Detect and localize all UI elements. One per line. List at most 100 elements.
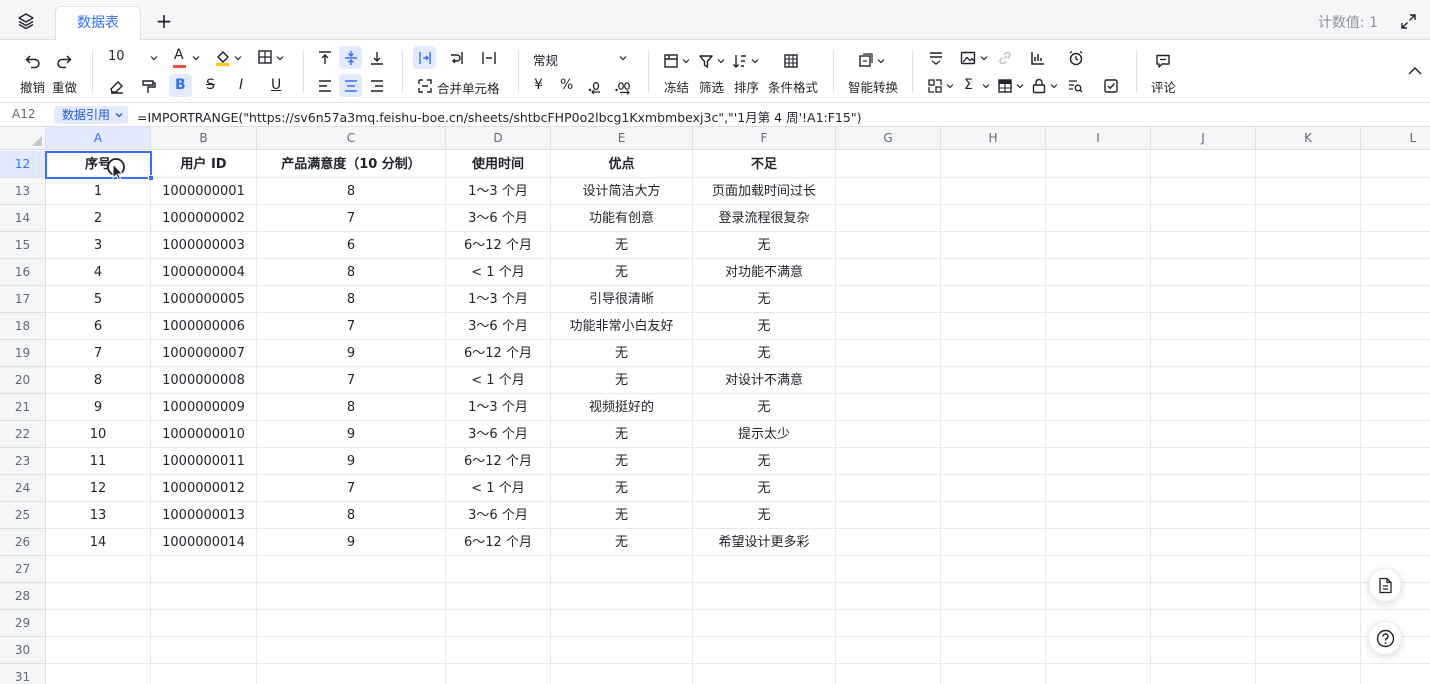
table-cell[interactable]: 10 bbox=[46, 421, 151, 448]
italic-button[interactable]: I bbox=[239, 77, 243, 93]
table-cell[interactable]: 8 bbox=[257, 286, 446, 313]
table-cell[interactable]: 6 bbox=[257, 232, 446, 259]
empty-cell[interactable] bbox=[551, 664, 693, 684]
empty-cell[interactable] bbox=[46, 664, 151, 684]
empty-cell[interactable] bbox=[693, 583, 836, 610]
column-header-j[interactable]: J bbox=[1151, 127, 1256, 150]
undo-icon[interactable] bbox=[24, 52, 42, 70]
empty-cell[interactable] bbox=[693, 610, 836, 637]
empty-cell[interactable] bbox=[836, 583, 941, 610]
font-size-select[interactable]: 10 bbox=[108, 49, 125, 64]
empty-cell[interactable] bbox=[1046, 286, 1151, 313]
empty-cell[interactable] bbox=[1256, 313, 1361, 340]
empty-cell[interactable] bbox=[1361, 664, 1430, 684]
row-header-30[interactable]: 30 bbox=[0, 637, 46, 664]
column-header-g[interactable]: G bbox=[836, 127, 941, 150]
table-cell[interactable]: < 1 个月 bbox=[446, 259, 551, 286]
empty-cell[interactable] bbox=[836, 421, 941, 448]
layers-icon[interactable] bbox=[17, 12, 35, 30]
column-header-l[interactable]: L bbox=[1361, 127, 1430, 150]
table-cell[interactable]: 1000000004 bbox=[151, 259, 257, 286]
row-header-22[interactable]: 22 bbox=[0, 421, 46, 448]
empty-cell[interactable] bbox=[1361, 502, 1430, 529]
empty-cell[interactable] bbox=[836, 448, 941, 475]
merge-cells-button[interactable]: 合并单元格 bbox=[437, 78, 500, 97]
format-painter-icon[interactable] bbox=[140, 77, 158, 95]
empty-cell[interactable] bbox=[1256, 394, 1361, 421]
empty-cell[interactable] bbox=[693, 664, 836, 684]
empty-cell[interactable] bbox=[1046, 259, 1151, 286]
image-icon[interactable] bbox=[959, 49, 977, 67]
freeze-button[interactable]: 冻结 bbox=[664, 77, 689, 96]
empty-cell[interactable] bbox=[941, 421, 1046, 448]
redo-icon[interactable] bbox=[55, 52, 73, 70]
empty-cell[interactable] bbox=[1046, 178, 1151, 205]
text-clip-icon[interactable] bbox=[480, 49, 498, 67]
expand-icon[interactable] bbox=[1401, 14, 1416, 29]
table-header-cell[interactable]: 优点 bbox=[551, 151, 693, 178]
empty-cell[interactable] bbox=[941, 475, 1046, 502]
empty-cell[interactable] bbox=[1151, 637, 1256, 664]
empty-cell[interactable] bbox=[257, 637, 446, 664]
empty-cell[interactable] bbox=[941, 151, 1046, 178]
empty-cell[interactable] bbox=[1256, 232, 1361, 259]
row-header-26[interactable]: 26 bbox=[0, 529, 46, 556]
row-header-24[interactable]: 24 bbox=[0, 475, 46, 502]
number-format-select[interactable]: 常规 bbox=[533, 50, 558, 69]
row-header-19[interactable]: 19 bbox=[0, 340, 46, 367]
table-cell[interactable]: 页面加载时间过长 bbox=[693, 178, 836, 205]
empty-cell[interactable] bbox=[1046, 448, 1151, 475]
checkbox-icon[interactable] bbox=[1102, 77, 1120, 95]
empty-cell[interactable] bbox=[941, 313, 1046, 340]
table-format-icon[interactable] bbox=[996, 77, 1014, 95]
empty-cell[interactable] bbox=[1151, 664, 1256, 684]
table-cell[interactable]: 对功能不满意 bbox=[693, 259, 836, 286]
empty-cell[interactable] bbox=[1256, 340, 1361, 367]
empty-cell[interactable] bbox=[1046, 556, 1151, 583]
table-cell[interactable]: 9 bbox=[257, 529, 446, 556]
empty-cell[interactable] bbox=[46, 610, 151, 637]
column-header-a[interactable]: A bbox=[46, 127, 151, 150]
clear-format-icon[interactable] bbox=[108, 77, 126, 95]
empty-cell[interactable] bbox=[1361, 340, 1430, 367]
table-cell[interactable]: 1000000001 bbox=[151, 178, 257, 205]
empty-cell[interactable] bbox=[46, 637, 151, 664]
freeze-icon[interactable] bbox=[662, 52, 680, 70]
table-cell[interactable]: 引导很清晰 bbox=[551, 286, 693, 313]
fill-color-icon[interactable] bbox=[214, 48, 232, 66]
empty-cell[interactable] bbox=[1151, 502, 1256, 529]
row-header-31[interactable]: 31 bbox=[0, 664, 46, 684]
row-header-15[interactable]: 15 bbox=[0, 232, 46, 259]
formula-input[interactable]: =IMPORTRANGE("https://sv6n57a3mq.feishu-… bbox=[137, 107, 861, 126]
table-cell[interactable]: 9 bbox=[257, 448, 446, 475]
table-cell[interactable]: 1000000014 bbox=[151, 529, 257, 556]
row-header-18[interactable]: 18 bbox=[0, 313, 46, 340]
table-cell[interactable]: 无 bbox=[551, 367, 693, 394]
empty-cell[interactable] bbox=[551, 556, 693, 583]
empty-cell[interactable] bbox=[941, 232, 1046, 259]
empty-cell[interactable] bbox=[1046, 367, 1151, 394]
help-button[interactable] bbox=[1368, 621, 1402, 655]
empty-cell[interactable] bbox=[941, 610, 1046, 637]
empty-cell[interactable] bbox=[693, 556, 836, 583]
empty-cell[interactable] bbox=[1046, 205, 1151, 232]
empty-cell[interactable] bbox=[1151, 259, 1256, 286]
empty-cell[interactable] bbox=[1151, 286, 1256, 313]
empty-cell[interactable] bbox=[1361, 529, 1430, 556]
table-cell[interactable]: 无 bbox=[693, 448, 836, 475]
column-header-h[interactable]: H bbox=[941, 127, 1046, 150]
row-header-29[interactable]: 29 bbox=[0, 610, 46, 637]
table-cell[interactable]: 7 bbox=[257, 475, 446, 502]
empty-cell[interactable] bbox=[941, 178, 1046, 205]
table-cell[interactable]: 无 bbox=[551, 448, 693, 475]
redo-button[interactable]: 重做 bbox=[52, 77, 77, 96]
comment-icon[interactable] bbox=[1154, 52, 1172, 70]
empty-cell[interactable] bbox=[1046, 421, 1151, 448]
table-cell[interactable]: 1000000011 bbox=[151, 448, 257, 475]
table-cell[interactable]: 1000000012 bbox=[151, 475, 257, 502]
link-icon[interactable] bbox=[996, 49, 1014, 67]
empty-cell[interactable] bbox=[257, 610, 446, 637]
row-header-20[interactable]: 20 bbox=[0, 367, 46, 394]
empty-cell[interactable] bbox=[836, 286, 941, 313]
table-cell[interactable]: 1～3 个月 bbox=[446, 286, 551, 313]
